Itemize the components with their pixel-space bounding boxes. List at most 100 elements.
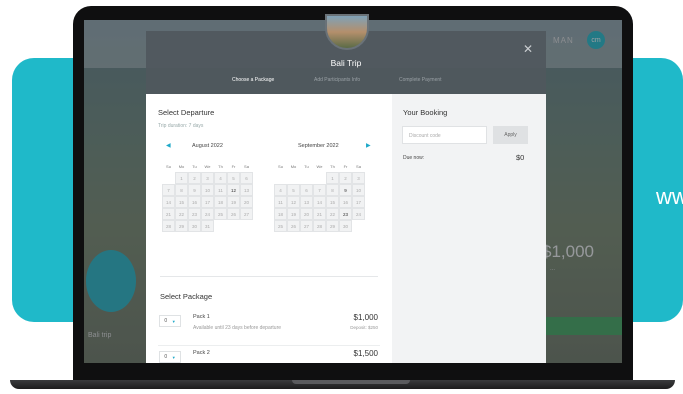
calendar-day: 8 <box>326 184 339 196</box>
calendar-day: 9 <box>188 184 201 196</box>
weekday-label: Th <box>330 163 335 169</box>
calendar-day: 30 <box>339 220 352 232</box>
calendar-day: 16 <box>339 196 352 208</box>
calendar-day: 19 <box>227 196 240 208</box>
calendar-september: Su Mo Tu We Th Fr Sa 1 2 3 4 5 6 7 8 9 10 11 12 13 14 15 16 17 1… <box>274 160 365 232</box>
calendar-day: 24 <box>201 208 214 220</box>
weekday-label: Sa <box>244 163 249 169</box>
calendar-day: 26 <box>227 208 240 220</box>
due-now-value: $0 <box>516 153 525 162</box>
calendar-day: 21 <box>162 208 175 220</box>
calendar-day[interactable]: 9 <box>339 184 352 196</box>
calendar-day: 29 <box>175 220 188 232</box>
package-availability: Available until 23 days before departure <box>193 325 282 331</box>
discount-code-input[interactable]: Discount code <box>402 126 487 144</box>
calendar-day: 14 <box>162 196 175 208</box>
chevron-down-icon: ▼ <box>171 318 176 324</box>
laptop-notch <box>292 380 410 384</box>
weekday-label: Fr <box>343 163 348 169</box>
calendar-day: 15 <box>326 196 339 208</box>
calendar-day: 3 <box>201 172 214 184</box>
calendar-day: 13 <box>240 184 253 196</box>
step-choose-package[interactable]: Choose a Package <box>232 77 274 83</box>
calendar-day: 13 <box>300 196 313 208</box>
calendar-day: 30 <box>188 220 201 232</box>
calendar-day: 3 <box>352 172 365 184</box>
calendar-month-aug: August 2022 <box>192 143 223 149</box>
calendar-day: 6 <box>300 184 313 196</box>
calendar-day: 20 <box>240 196 253 208</box>
calendar-day: 23 <box>188 208 201 220</box>
your-booking-heading: Your Booking <box>403 108 448 117</box>
calendar-day: 4 <box>274 184 287 196</box>
calendar-empty-cell <box>162 172 175 184</box>
weekday-label: Su <box>278 163 283 169</box>
quantity-value: 0 <box>164 318 168 324</box>
calendar-day: 14 <box>313 196 326 208</box>
calendar-august: Su Mo Tu We Th Fr Sa 1 2 3 4 5 6 7 8 9 10 11 12 13 14 15 16 17 1… <box>162 160 253 232</box>
calendar-day: 20 <box>300 208 313 220</box>
calendar-day[interactable]: 12 <box>227 184 240 196</box>
trip-duration: Trip duration: 7 days <box>158 123 204 129</box>
chevron-right-icon[interactable]: ▶ <box>366 142 371 149</box>
weekday-label: Th <box>218 163 223 169</box>
quantity-stepper[interactable]: 0 ▼ <box>159 351 181 363</box>
calendar-empty-cell <box>214 220 227 232</box>
select-departure-heading: Select Departure <box>158 108 215 117</box>
calendar-day[interactable]: 23 <box>339 208 352 220</box>
package-deposit: Deposit: $250 <box>350 325 378 330</box>
section-divider <box>160 276 378 277</box>
calendar-day: 19 <box>287 208 300 220</box>
calendar-day: 11 <box>214 184 227 196</box>
package-price: $1,500 <box>353 349 378 358</box>
calendar-day: 4 <box>214 172 227 184</box>
calendar-day: 25 <box>214 208 227 220</box>
calendar-day: 1 <box>175 172 188 184</box>
calendar-day: 17 <box>201 196 214 208</box>
calendar-day: 8 <box>175 184 188 196</box>
calendar-day: 10 <box>352 184 365 196</box>
close-icon[interactable]: ✕ <box>523 42 533 56</box>
package-row: 0 ▼ Pack 1 Available until 23 days before… <box>158 310 380 346</box>
weekday-label: We <box>316 163 323 169</box>
calendar-day: 28 <box>162 220 175 232</box>
calendar-empty-cell <box>352 220 365 232</box>
calendar-empty-cell <box>227 220 240 232</box>
calendar-day: 21 <box>313 208 326 220</box>
calendar-day: 12 <box>287 196 300 208</box>
calendar-month-sep: September 2022 <box>298 143 339 149</box>
step-complete-payment[interactable]: Complete Payment <box>399 77 442 83</box>
calendar-empty-cell <box>300 172 313 184</box>
calendar-day: 5 <box>287 184 300 196</box>
calendar-day: 24 <box>352 208 365 220</box>
calendar-day: 15 <box>175 196 188 208</box>
calendar-day: 28 <box>313 220 326 232</box>
calendar-day: 25 <box>274 220 287 232</box>
chevron-left-icon[interactable]: ◀ <box>166 142 171 149</box>
calendar-day: 27 <box>240 208 253 220</box>
modal-title: Bali Trip <box>330 58 362 68</box>
chevron-down-icon: ▼ <box>171 354 176 360</box>
calendar-day: 18 <box>214 196 227 208</box>
quantity-value: 0 <box>164 354 168 360</box>
weekday-label: Sa <box>356 163 361 169</box>
select-package-heading: Select Package <box>160 292 213 301</box>
calendar-day: 22 <box>326 208 339 220</box>
calendar-day: 27 <box>300 220 313 232</box>
calendar-day: 16 <box>188 196 201 208</box>
calendar-day: 7 <box>313 184 326 196</box>
apply-button[interactable]: Apply <box>493 126 528 144</box>
calendar-day: 26 <box>287 220 300 232</box>
weekday-label: We <box>204 163 211 169</box>
calendar-day: 22 <box>175 208 188 220</box>
calendar-day: 11 <box>274 196 287 208</box>
step-participants-info[interactable]: Add Participants Info <box>314 77 360 83</box>
weekday-label: Tu <box>192 163 197 169</box>
calendar-empty-cell <box>287 172 300 184</box>
package-name: Pack 1 <box>193 314 210 320</box>
weekday-label: Mo <box>178 163 185 169</box>
weekday-label: Su <box>166 163 171 169</box>
calendar-day: 6 <box>240 172 253 184</box>
calendar-day: 5 <box>227 172 240 184</box>
quantity-stepper[interactable]: 0 ▼ <box>159 315 181 327</box>
